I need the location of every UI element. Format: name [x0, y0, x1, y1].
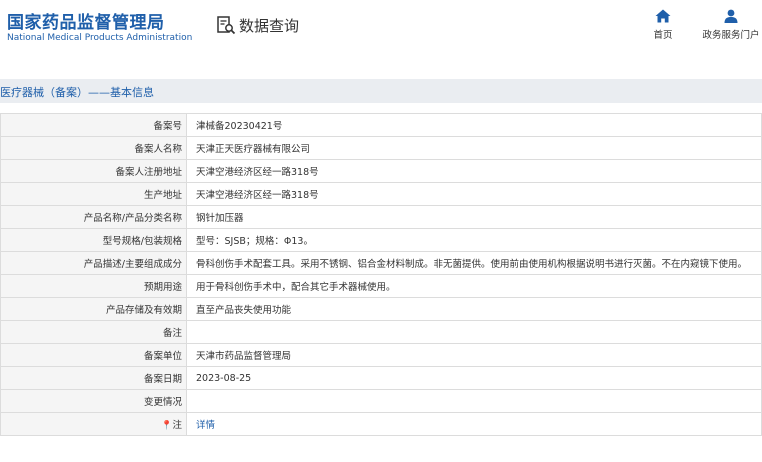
field-value: 型号：SJSB；规格：Φ13。	[186, 228, 762, 252]
field-label: 备案单位	[0, 343, 187, 367]
field-value: 天津空港经济区经一路318号	[186, 159, 762, 183]
field-label: 产品描述/主要组成成分	[0, 251, 187, 275]
data-query-label: 数据查询	[239, 16, 300, 35]
data-query-icon	[217, 16, 236, 35]
table-row: 型号规格/包装规格 型号：SJSB；规格：Φ13。	[0, 228, 762, 252]
field-label: 变更情况	[0, 389, 187, 413]
field-value	[186, 389, 762, 413]
table-row: 预期用途 用于骨科创伤手术中，配合其它手术器械使用。	[0, 274, 762, 298]
user-icon	[724, 9, 738, 23]
breadcrumb-text: 医疗器械（备案）——基本信息	[0, 86, 154, 99]
field-value: 骨科创伤手术配套工具。采用不锈钢、铝合金材料制成。非无菌提供。使用前由使用机构根…	[186, 251, 762, 275]
field-value: 2023-08-25	[186, 366, 762, 390]
field-label: 生产地址	[0, 182, 187, 206]
nav-home-label: 首页	[653, 30, 673, 41]
site-logo-cn[interactable]: 国家药品监督管理局	[7, 8, 165, 33]
field-label: 备注	[0, 320, 187, 344]
nav-service-portal-button[interactable]: 政务服务门户	[700, 9, 762, 47]
record-info-table: 备案号 津械备20230421号 备案人名称 天津正天医疗器械有限公司 备案人注册地…	[0, 113, 762, 436]
field-value: 用于骨科创伤手术中，配合其它手术器械使用。	[186, 274, 762, 298]
table-row: 产品存储及有效期 直至产品丧失使用功能	[0, 297, 762, 321]
table-row: 备案人注册地址 天津空港经济区经一路318号	[0, 159, 762, 183]
pin-icon: 📍	[161, 421, 173, 431]
table-row: 备注	[0, 320, 762, 344]
note-value: 详情	[186, 412, 762, 436]
field-value	[186, 320, 762, 344]
field-label: 型号规格/包装规格	[0, 228, 187, 252]
table-row: 变更情况	[0, 389, 762, 413]
table-row-note: 📍注 详情	[0, 412, 762, 436]
data-query-title[interactable]: 数据查询	[216, 14, 299, 36]
field-value: 天津空港经济区经一路318号	[186, 182, 762, 206]
field-label: 预期用途	[0, 274, 187, 298]
field-label: 备案日期	[0, 366, 187, 390]
note-label-text: 注	[172, 420, 182, 431]
nav-service-label: 政务服务门户	[702, 30, 760, 41]
field-value: 津械备20230421号	[186, 113, 762, 137]
field-label: 备案号	[0, 113, 187, 137]
table-row: 生产地址 天津空港经济区经一路318号	[0, 182, 762, 206]
field-label: 产品存储及有效期	[0, 297, 187, 321]
field-label: 备案人名称	[0, 136, 187, 160]
field-label: 备案人注册地址	[0, 159, 187, 183]
site-logo-en: National Medical Products Administration	[7, 33, 193, 43]
table-row: 产品描述/主要组成成分 骨科创伤手术配套工具。采用不锈钢、铝合金材料制成。非无菌提…	[0, 251, 762, 275]
note-label: 📍注	[0, 412, 187, 436]
field-value: 直至产品丧失使用功能	[186, 297, 762, 321]
home-icon	[655, 9, 671, 23]
details-link[interactable]: 详情	[196, 420, 215, 431]
table-row: 备案单位 天津市药品监督管理局	[0, 343, 762, 367]
breadcrumb: 医疗器械（备案）——基本信息	[0, 79, 762, 103]
table-row: 产品名称/产品分类名称 钢针加压器	[0, 205, 762, 229]
nav-home-button[interactable]: 首页	[645, 9, 681, 47]
table-row: 备案人名称 天津正天医疗器械有限公司	[0, 136, 762, 160]
field-label: 产品名称/产品分类名称	[0, 205, 187, 229]
table-row: 备案日期 2023-08-25	[0, 366, 762, 390]
field-value: 天津正天医疗器械有限公司	[186, 136, 762, 160]
site-header: 国家药品监督管理局 National Medical Products Admi…	[0, 0, 762, 58]
table-row: 备案号 津械备20230421号	[0, 113, 762, 137]
field-value: 天津市药品监督管理局	[186, 343, 762, 367]
field-value: 钢针加压器	[186, 205, 762, 229]
